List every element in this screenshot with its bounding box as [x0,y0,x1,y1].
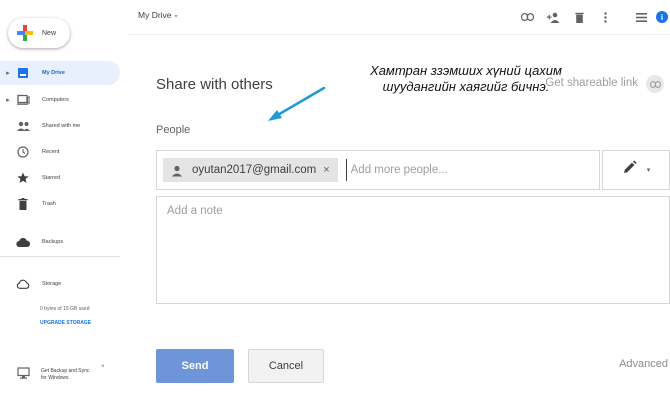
annotation-text: Хамтран ззэмших хүний цахим шуудангийн х… [306,63,626,95]
annotation-line-1: Хамтран ззэмших хүний цахим [370,63,562,78]
annotation-arrow [268,86,326,121]
annotation-line-2: шуудангийн хаягийг бичнэ. [382,79,550,94]
